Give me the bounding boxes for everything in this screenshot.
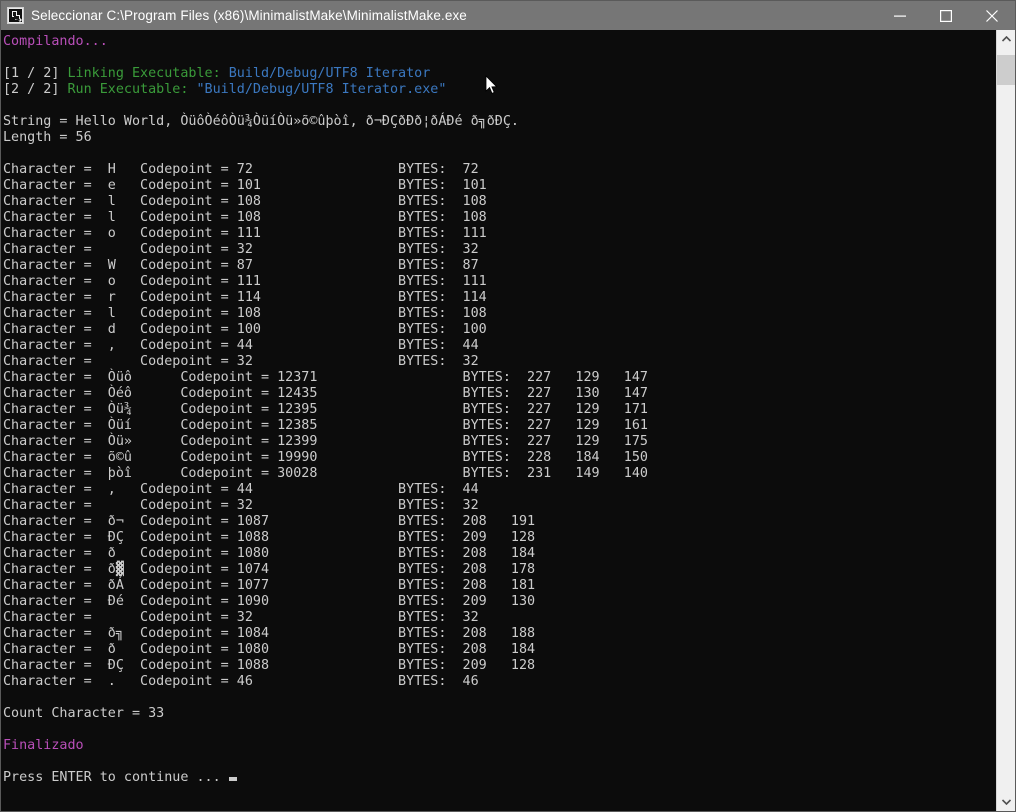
text-cursor xyxy=(229,777,237,781)
scrollbar-track[interactable] xyxy=(997,48,1015,793)
vertical-scrollbar[interactable] xyxy=(996,30,1015,811)
title-bar[interactable]: Seleccionar C:\Program Files (x86)\Minim… xyxy=(1,1,1015,30)
close-button[interactable] xyxy=(969,1,1015,30)
minimize-button[interactable] xyxy=(877,1,923,30)
window-controls xyxy=(877,1,1015,30)
scrollbar-thumb[interactable] xyxy=(997,55,1015,85)
maximize-button[interactable] xyxy=(923,1,969,30)
scrollbar-up-button[interactable] xyxy=(997,30,1015,48)
scrollbar-down-button[interactable] xyxy=(997,793,1015,811)
console-icon xyxy=(7,7,24,24)
console-text: Compilando... [1 / 2] Linking Executable… xyxy=(3,34,996,786)
console-window: Seleccionar C:\Program Files (x86)\Minim… xyxy=(0,0,1016,812)
window-title: Seleccionar C:\Program Files (x86)\Minim… xyxy=(31,1,467,30)
console-body: Compilando... [1 / 2] Linking Executable… xyxy=(1,30,1015,811)
console-screen[interactable]: Compilando... [1 / 2] Linking Executable… xyxy=(1,30,996,811)
